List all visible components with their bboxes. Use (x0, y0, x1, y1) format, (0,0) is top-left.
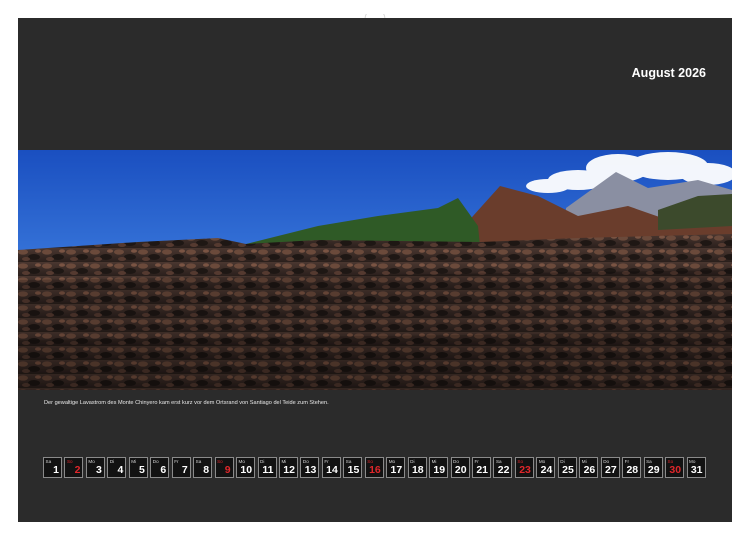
day-cell: Mo 24 (536, 457, 556, 478)
day-weekday: Di (260, 458, 265, 464)
day-weekday: Mi (431, 458, 437, 464)
day-number: 6 (160, 464, 167, 476)
day-number: 9 (224, 464, 231, 476)
day-number: 5 (138, 464, 145, 476)
day-cell: Sa 22 (493, 457, 513, 478)
day-weekday: Mo (388, 458, 396, 464)
day-weekday: Sa (345, 458, 352, 464)
day-cell: Mi 19 (429, 457, 449, 478)
calendar-page: August 2026 Der gewaltige Lavastrom des … (18, 18, 732, 522)
day-weekday: So (667, 458, 674, 464)
day-weekday: Fr (474, 458, 479, 464)
day-cell: Mi 5 (128, 457, 148, 478)
day-weekday: So (367, 458, 373, 464)
day-cell: Di 4 (107, 457, 127, 478)
month-title: August 2026 (631, 66, 706, 80)
day-number: 10 (240, 464, 253, 476)
day-cell: Sa 15 (343, 457, 363, 478)
day-weekday: So (217, 458, 223, 464)
day-number: 21 (476, 464, 488, 476)
day-weekday: Sa (495, 458, 502, 464)
day-number: 17 (390, 464, 403, 476)
day-cell: Do 6 (150, 457, 170, 478)
day-number: 25 (562, 464, 574, 476)
day-cell: Do 27 (600, 457, 620, 478)
day-number: 12 (283, 464, 295, 476)
day-cell: Mo 17 (386, 457, 406, 478)
day-number: 15 (347, 464, 360, 476)
day-cell: Fr 14 (321, 457, 341, 478)
day-cell: Di 11 (257, 457, 277, 478)
day-number: 2 (74, 464, 81, 476)
landscape-photo (18, 150, 732, 390)
day-weekday: Di (560, 458, 565, 464)
day-number: 3 (96, 464, 102, 476)
day-number: 1 (53, 464, 59, 476)
day-number: 20 (454, 464, 467, 476)
day-number: 18 (411, 464, 424, 476)
day-weekday: Mi (131, 458, 137, 464)
day-number: 23 (519, 464, 531, 476)
day-number: 27 (605, 464, 617, 476)
day-cell: Mo 3 (85, 457, 105, 478)
day-weekday: Fr (324, 458, 329, 464)
day-weekday: Fr (624, 458, 629, 464)
day-weekday: Mo (238, 458, 245, 464)
day-weekday: Sa (646, 458, 652, 464)
day-weekday: Di (410, 458, 415, 464)
day-weekday: Do (302, 458, 309, 464)
day-number: 31 (690, 464, 703, 476)
day-number: 30 (669, 464, 682, 476)
day-cell: Mo 10 (236, 457, 256, 478)
photo-caption: Der gewaltige Lavastrom des Monte Chinye… (44, 400, 329, 406)
day-number: 22 (497, 464, 510, 476)
day-weekday: Sa (195, 458, 202, 464)
day-number: 26 (583, 464, 596, 476)
day-weekday: Mo (88, 458, 95, 464)
day-cell: Do 20 (450, 457, 470, 478)
day-weekday: Mi (581, 458, 587, 464)
day-weekday: Mi (281, 458, 287, 464)
day-cell: Di 18 (407, 457, 427, 478)
day-cell: So 9 (214, 457, 234, 478)
day-weekday: So (517, 458, 524, 464)
day-weekday: Fr (174, 458, 179, 464)
day-weekday: Do (453, 458, 459, 464)
day-cell: Mi 26 (579, 457, 599, 478)
day-number: 24 (540, 464, 553, 476)
day-weekday: Do (603, 458, 610, 464)
day-cell: So 30 (665, 457, 685, 478)
day-cell: Sa 8 (193, 457, 213, 478)
day-cell: Fr 28 (622, 457, 642, 478)
day-weekday: Sa (45, 458, 52, 464)
day-cell: So 16 (364, 457, 384, 478)
day-number: 16 (369, 464, 381, 476)
day-number: 11 (262, 464, 274, 476)
day-cell: Mo 31 (686, 457, 706, 478)
day-cell: Fr 7 (171, 457, 191, 478)
day-number: 7 (181, 464, 188, 476)
day-number: 14 (326, 464, 338, 476)
day-number: 13 (304, 464, 317, 476)
day-weekday: Do (152, 458, 159, 464)
day-number: 4 (117, 464, 124, 476)
day-cell: Sa 1 (43, 457, 62, 478)
day-weekday: Di (109, 458, 115, 464)
day-weekday: Mo (689, 458, 696, 464)
day-cell: Fr 21 (472, 457, 491, 478)
day-weekday: Mo (538, 458, 546, 464)
day-number: 28 (626, 464, 639, 476)
day-number: 8 (203, 464, 210, 476)
day-number: 29 (647, 464, 660, 476)
day-number: 19 (433, 464, 446, 476)
day-cell: Sa 29 (643, 457, 663, 478)
day-weekday: So (66, 458, 73, 464)
day-cell: Do 13 (300, 457, 320, 478)
day-cell: So 2 (64, 457, 84, 478)
day-cell: So 23 (514, 457, 534, 478)
day-cell: Mi 12 (278, 457, 298, 478)
day-cell: Di 25 (557, 457, 577, 478)
